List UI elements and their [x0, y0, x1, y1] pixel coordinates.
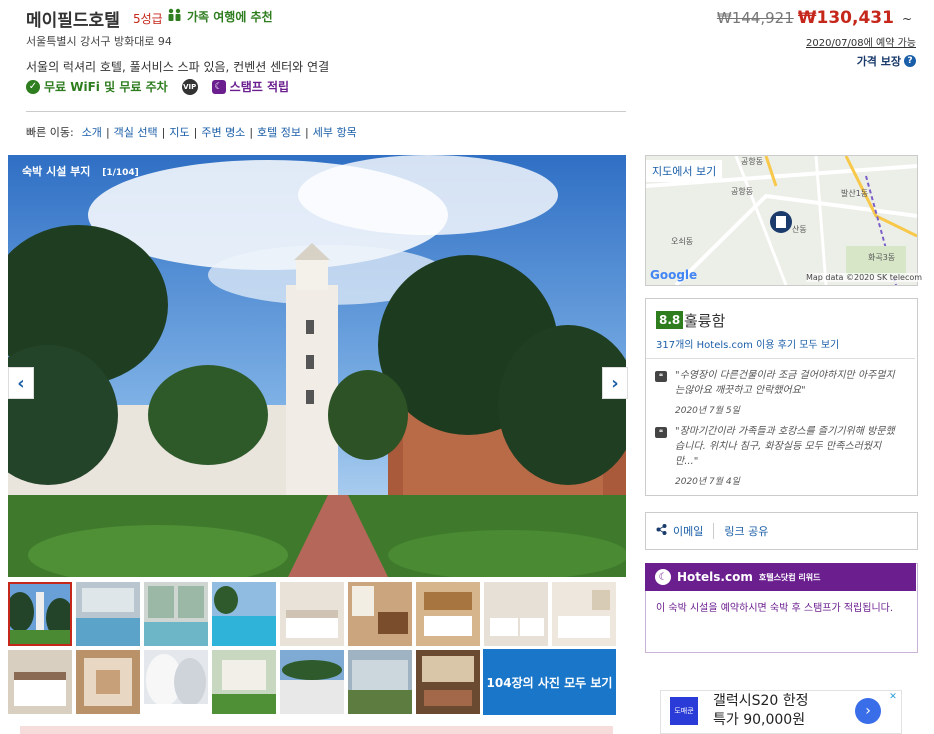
google-logo-text: Google — [650, 268, 698, 282]
review-divider — [646, 358, 915, 359]
ad-text[interactable]: 갤럭시S20 한정 특가 90,000원 — [713, 692, 809, 730]
amenities-row: ✓ 무료 WiFi 및 무료 주차 VIP ☾ 스탬프 적립 — [26, 78, 289, 95]
hotels-logo-icon: ☾ — [655, 569, 671, 585]
prev-photo-button[interactable]: ‹ — [8, 367, 34, 399]
map-label: 발산1동 — [841, 188, 868, 198]
quick-nav: 빠른 이동: 소개 | 객실 선택 | 지도 | 주변 명소 | 호텔 정보 | 세부 항… — [26, 124, 361, 140]
quick-nav-hotel-info[interactable]: 호텔 정보 — [253, 124, 305, 140]
thumbnail[interactable] — [348, 582, 412, 646]
share-panel: 이메일 링크 공유 — [645, 512, 918, 550]
family-badge-label: 가족 여행에 추천 — [187, 10, 273, 24]
all-reviews-link[interactable]: 317개의 Hotels.com 이용 후기 모두 보기 — [656, 336, 839, 351]
wifi-parking-label: 무료 WiFi 및 무료 주차 — [44, 80, 168, 94]
thumbnail[interactable] — [144, 650, 208, 714]
thumbnail[interactable] — [484, 582, 548, 646]
thumbnail[interactable] — [212, 650, 276, 714]
chevron-left-icon: ‹ — [17, 372, 25, 394]
stamp-badge: ☾ 스탬프 적립 — [211, 78, 290, 95]
price-block: ₩144,921 ₩130,431 ~ — [717, 8, 912, 28]
share-link-button[interactable]: 링크 공유 — [714, 523, 778, 539]
view-on-map-button[interactable]: 지도에서 보기 — [646, 160, 723, 182]
map-label: 화곡3동 — [868, 253, 895, 262]
share-email-label: 이메일 — [673, 525, 704, 538]
photo-counter: [1/104] — [102, 168, 139, 178]
star-rating: 5성급 — [133, 12, 163, 26]
photo-caption-text: 숙박 시설 부지 — [22, 165, 91, 178]
rewards-text: 이 숙박 시설을 예약하시면 숙박 후 스탬프가 적립됩니다. — [656, 603, 894, 614]
check-icon: ✓ — [26, 79, 40, 94]
hotel-tagline: 서울의 럭셔리 호텔, 풀서비스 스파 있음, 컨벤션 센터와 연결 — [26, 60, 330, 74]
thumbnail[interactable] — [280, 650, 344, 714]
chevron-right-icon: › — [865, 703, 871, 719]
thumbnail[interactable] — [416, 650, 480, 714]
hotel-address: 서울특별시 강서구 방화대로 94 — [26, 35, 172, 48]
review-date: 2020년 7월 4일 — [675, 477, 740, 487]
map-label: 공항동 — [741, 157, 763, 166]
quick-nav-map[interactable]: 지도 — [165, 124, 193, 140]
thumbnail[interactable] — [416, 582, 480, 646]
share-email-button[interactable]: 이메일 — [646, 523, 715, 539]
main-photo[interactable] — [8, 155, 626, 577]
thumbnail[interactable] — [8, 582, 72, 646]
ad-go-button[interactable]: › — [855, 698, 881, 724]
review-score-word: 훌륭함 — [684, 312, 726, 330]
map-label: 공항동 — [731, 187, 753, 196]
map-attribution: Map data ©2020 SK telecom — [806, 273, 923, 282]
stamp-label: 스탬프 적립 — [229, 80, 290, 94]
original-price: ₩144,921 — [716, 9, 794, 27]
discount-price: ₩130,431 — [797, 8, 894, 28]
wifi-parking: ✓ 무료 WiFi 및 무료 주차 — [26, 78, 168, 95]
quick-nav-intro[interactable]: 소개 — [78, 124, 106, 140]
quote-icon: ❝ — [655, 371, 667, 382]
stamp-icon: ☾ — [211, 79, 226, 94]
thumbnail[interactable] — [76, 582, 140, 646]
map-label: 오쇠동 — [671, 237, 693, 246]
thumbnail[interactable] — [348, 650, 412, 714]
thumbnail[interactable] — [144, 582, 208, 646]
help-icon: ? — [904, 55, 916, 67]
thumbnail[interactable] — [76, 650, 140, 714]
ad-close-button[interactable]: ✕ — [886, 691, 900, 703]
thumbnail[interactable] — [552, 582, 616, 646]
quick-nav-rooms[interactable]: 객실 선택 — [110, 124, 162, 140]
google-logo: Google — [650, 268, 697, 282]
vip-icon: VIP — [181, 78, 198, 95]
review-date: 2020년 7월 5일 — [675, 406, 740, 416]
thumbnail[interactable] — [212, 582, 276, 646]
ad-line1: 갤럭시S20 한정 — [713, 693, 809, 709]
price-tilde: ~ — [901, 12, 912, 26]
quote-icon: ❝ — [655, 427, 667, 438]
photo-caption: 숙박 시설 부지 [1/104] — [22, 163, 139, 179]
next-photo-button[interactable]: › — [602, 367, 628, 399]
review-score: 8.8 — [656, 311, 684, 329]
quick-nav-label: 빠른 이동: — [26, 126, 74, 139]
price-guarantee-link[interactable]: 가격 보장 ? — [857, 53, 916, 69]
ad-logo: 도매쿤 — [670, 697, 698, 725]
map-label: 산동 — [792, 224, 807, 234]
review-text: "수영장이 다른건물이라 조금 걸어야하지만 아주멀지는않아요 깨끗하고 안락했… — [675, 370, 895, 396]
price-guarantee-label: 가격 보장 — [856, 55, 901, 68]
availability-date[interactable]: 2020/07/08에 예약 가능 — [806, 34, 916, 49]
rewards-header: ☾ Hotels.com 호텔스닷컴 리워드 — [645, 563, 916, 591]
see-all-photos-button[interactable]: 104장의 사진 모두 보기 — [483, 649, 616, 715]
header-divider — [26, 111, 626, 112]
rewards-brand: Hotels.com — [677, 570, 753, 584]
quick-nav-attractions[interactable]: 주변 명소 — [197, 124, 249, 140]
review-text: "장마기간이라 가족들과 호캉스를 즐기기위해 방문했습니다. 위치나 침구, … — [675, 426, 895, 467]
ad-line2: 특가 90,000원 — [713, 712, 806, 728]
hotel-name: 메이필드호텔 — [26, 11, 120, 31]
thumbnail[interactable] — [8, 650, 72, 714]
quick-nav-details[interactable]: 세부 항목 — [309, 124, 361, 140]
family-badge: 가족 여행에 추천 — [167, 8, 273, 25]
family-icon — [167, 8, 183, 25]
thumbnail[interactable] — [280, 582, 344, 646]
close-icon: ✕ — [889, 692, 897, 702]
share-icon — [656, 524, 667, 538]
notice-bar — [20, 726, 613, 734]
chevron-right-icon: › — [611, 372, 619, 394]
rewards-sub: 호텔스닷컴 리워드 — [758, 572, 821, 582]
